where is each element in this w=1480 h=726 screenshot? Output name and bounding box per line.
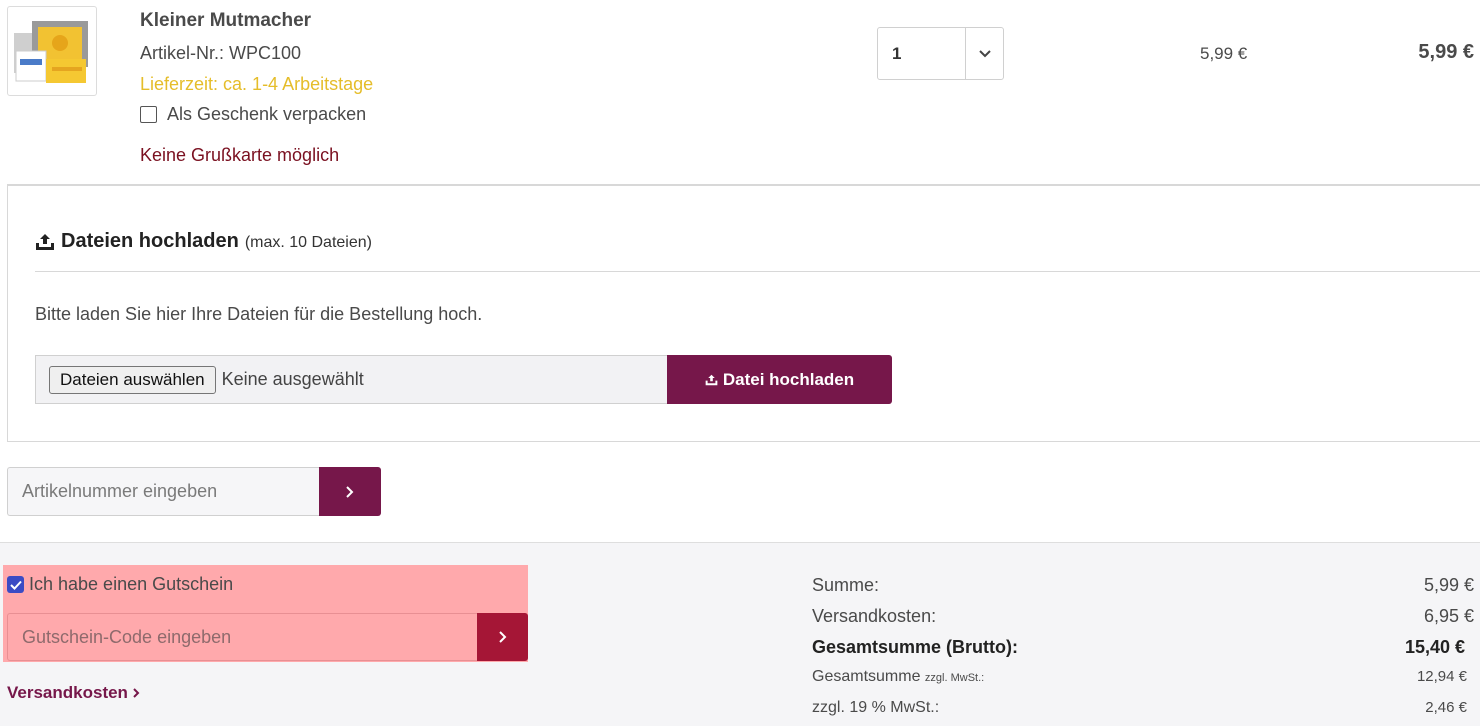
voucher-toggle[interactable]: Ich habe einen Gutschein bbox=[7, 574, 233, 595]
gift-wrap-checkbox[interactable] bbox=[140, 106, 157, 123]
delivery-time: Lieferzeit: ca. 1-4 Arbeitstage bbox=[140, 74, 374, 94]
product-sku: Artikel-Nr.: WPC100 bbox=[140, 43, 302, 63]
check-icon bbox=[9, 580, 22, 590]
voucher-checkbox[interactable] bbox=[7, 576, 24, 593]
vat-value: 2,46 € bbox=[1425, 699, 1467, 716]
summary-shipping-row: Versandkosten: 6,95 € bbox=[812, 606, 1474, 627]
chevron-right-icon bbox=[346, 485, 354, 498]
line-total-price: 5,99 € bbox=[1418, 41, 1474, 63]
article-submit-button[interactable] bbox=[319, 467, 381, 516]
shipping-costs-link-label[interactable]: Versandkosten bbox=[7, 683, 128, 703]
upload-file-button[interactable]: Datei hochladen bbox=[667, 355, 892, 404]
product-name[interactable]: Kleiner Mutmacher bbox=[140, 10, 311, 32]
shipping-costs-link[interactable]: Versandkosten bbox=[7, 683, 141, 703]
upload-icon bbox=[35, 233, 55, 251]
summary-net-row: Gesamtsumme zzgl. MwSt.: 12,94 € bbox=[812, 668, 1474, 686]
upload-description: Bitte laden Sie hier Ihre Dateien für di… bbox=[35, 304, 483, 324]
chevron-right-icon bbox=[133, 688, 140, 698]
choose-files-button[interactable]: Dateien auswählen bbox=[49, 365, 216, 394]
upload-file-button-label[interactable]: Datei hochladen bbox=[723, 370, 854, 390]
net-label: Gesamtsumme bbox=[812, 668, 921, 685]
divider bbox=[35, 271, 1480, 272]
net-value: 12,94 € bbox=[1416, 668, 1467, 685]
gross-label: Gesamtsumme (Brutto): bbox=[812, 637, 1019, 657]
gross-value: 15,40 € bbox=[1404, 637, 1465, 657]
upload-title: Dateien hochladen bbox=[61, 230, 239, 252]
summary-vat-row: zzgl. 19 % MwSt.: 2,46 € bbox=[812, 699, 1474, 717]
upload-subtitle: (max. 10 Dateien) bbox=[244, 234, 372, 251]
gift-wrap-label[interactable]: Als Geschenk verpacken bbox=[167, 104, 366, 125]
summary-subtotal-row: Summe: 5,99 € bbox=[812, 575, 1474, 596]
no-greeting-card-note: Keine Grußkarte möglich bbox=[140, 145, 340, 165]
vat-label: zzgl. 19 % MwSt.: bbox=[812, 699, 940, 716]
summary-gross-row: Gesamtsumme (Brutto): 15,40 € bbox=[812, 637, 1474, 658]
shipping-label: Versandkosten: bbox=[812, 606, 937, 626]
upload-heading: Dateien hochladen (max. 10 Dateien) bbox=[35, 230, 372, 253]
product-thumbnail[interactable] bbox=[7, 6, 97, 96]
unit-price: 5,99 € bbox=[1200, 44, 1248, 63]
net-label-small: zzgl. MwSt.: bbox=[924, 672, 985, 684]
cart-footer: Ich habe einen Gutschein Gutschein-Code … bbox=[0, 542, 1480, 726]
net-label-group: Gesamtsumme zzgl. MwSt.: bbox=[812, 668, 984, 686]
chevron-down-icon[interactable] bbox=[966, 28, 1003, 79]
article-number-input[interactable]: Artikelnummer eingeben bbox=[7, 467, 319, 516]
voucher-label[interactable]: Ich habe einen Gutschein bbox=[29, 574, 233, 595]
gift-wrap-option[interactable]: Als Geschenk verpacken bbox=[140, 104, 366, 125]
file-upload-panel: Dateien hochladen (max. 10 Dateien) Bitt… bbox=[7, 184, 1480, 442]
voucher-submit-button[interactable] bbox=[477, 613, 528, 661]
file-input-status: Keine ausgewählt bbox=[221, 369, 364, 389]
subtotal-value: 5,99 € bbox=[1423, 575, 1474, 595]
file-input[interactable]: Dateien auswählen Keine ausgewählt bbox=[35, 355, 667, 404]
subtotal-label: Summe: bbox=[812, 575, 880, 595]
chevron-right-icon bbox=[498, 631, 506, 643]
upload-icon bbox=[705, 374, 718, 385]
shipping-value: 6,95 € bbox=[1423, 606, 1474, 626]
quantity-value[interactable]: 1 bbox=[878, 28, 966, 79]
quantity-select[interactable]: 1 bbox=[877, 27, 1004, 80]
voucher-code-input[interactable]: Gutschein-Code eingeben bbox=[7, 613, 477, 661]
